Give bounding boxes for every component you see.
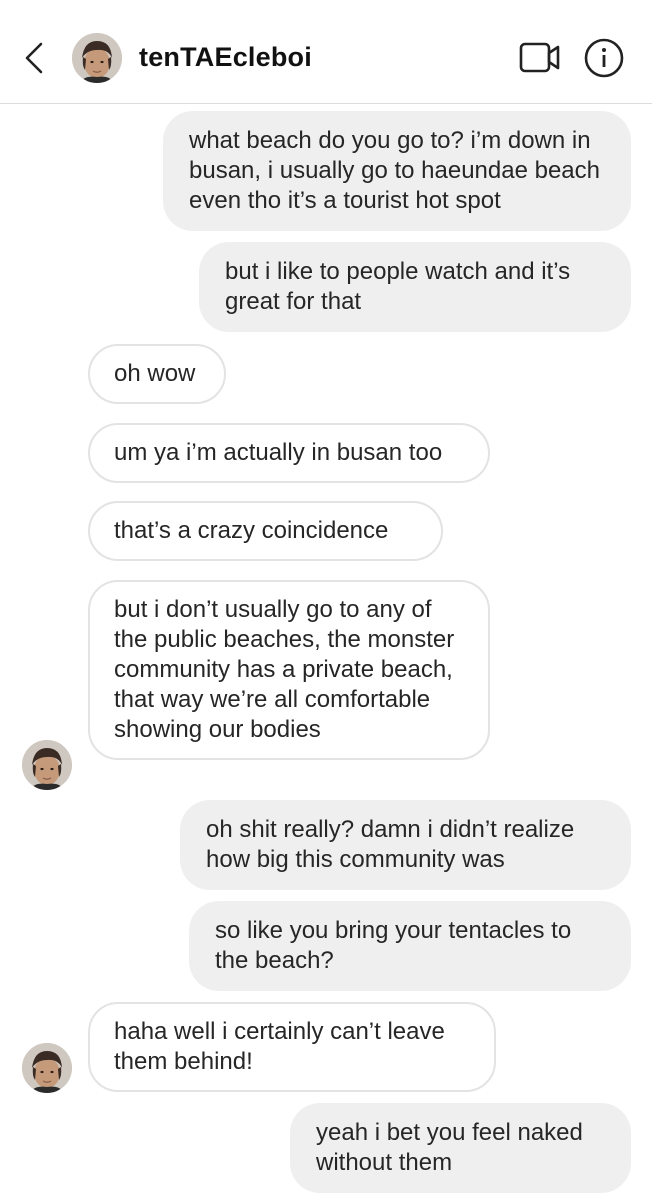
received-message[interactable]: oh wow <box>88 344 226 404</box>
dm-conversation-screen: tenTAEcleboi what beach do you go to? i’… <box>0 0 652 1200</box>
video-call-button[interactable] <box>518 39 562 77</box>
avatar[interactable] <box>72 33 122 83</box>
chat-header: tenTAEcleboi <box>0 0 652 104</box>
received-message[interactable]: haha well i certainly can’t leave them b… <box>88 1002 496 1092</box>
sent-message[interactable]: yeah i bet you feel naked without them <box>290 1103 631 1193</box>
avatar[interactable] <box>22 740 72 790</box>
received-message[interactable]: um ya i’m actually in busan too <box>88 423 490 483</box>
received-message[interactable]: that’s a crazy coincidence <box>88 501 443 561</box>
sent-message[interactable]: but i like to people watch and it’s grea… <box>199 242 631 332</box>
chevron-left-icon <box>25 42 43 74</box>
back-button[interactable] <box>14 36 54 80</box>
info-button[interactable] <box>583 37 625 79</box>
info-icon <box>584 38 624 78</box>
received-message[interactable]: but i don’t usually go to any of the pub… <box>88 580 490 760</box>
profile-photo <box>72 33 122 83</box>
sent-message[interactable]: so like you bring your tentacles to the … <box>189 901 631 991</box>
sent-message[interactable]: oh shit really? damn i didn’t realize ho… <box>180 800 631 890</box>
sent-message[interactable]: what beach do you go to? i’m down in bus… <box>163 111 631 231</box>
profile-photo <box>22 740 72 790</box>
chat-username[interactable]: tenTAEcleboi <box>139 42 312 73</box>
video-camera-icon <box>519 42 560 73</box>
profile-photo <box>22 1043 72 1093</box>
avatar[interactable] <box>22 1043 72 1093</box>
